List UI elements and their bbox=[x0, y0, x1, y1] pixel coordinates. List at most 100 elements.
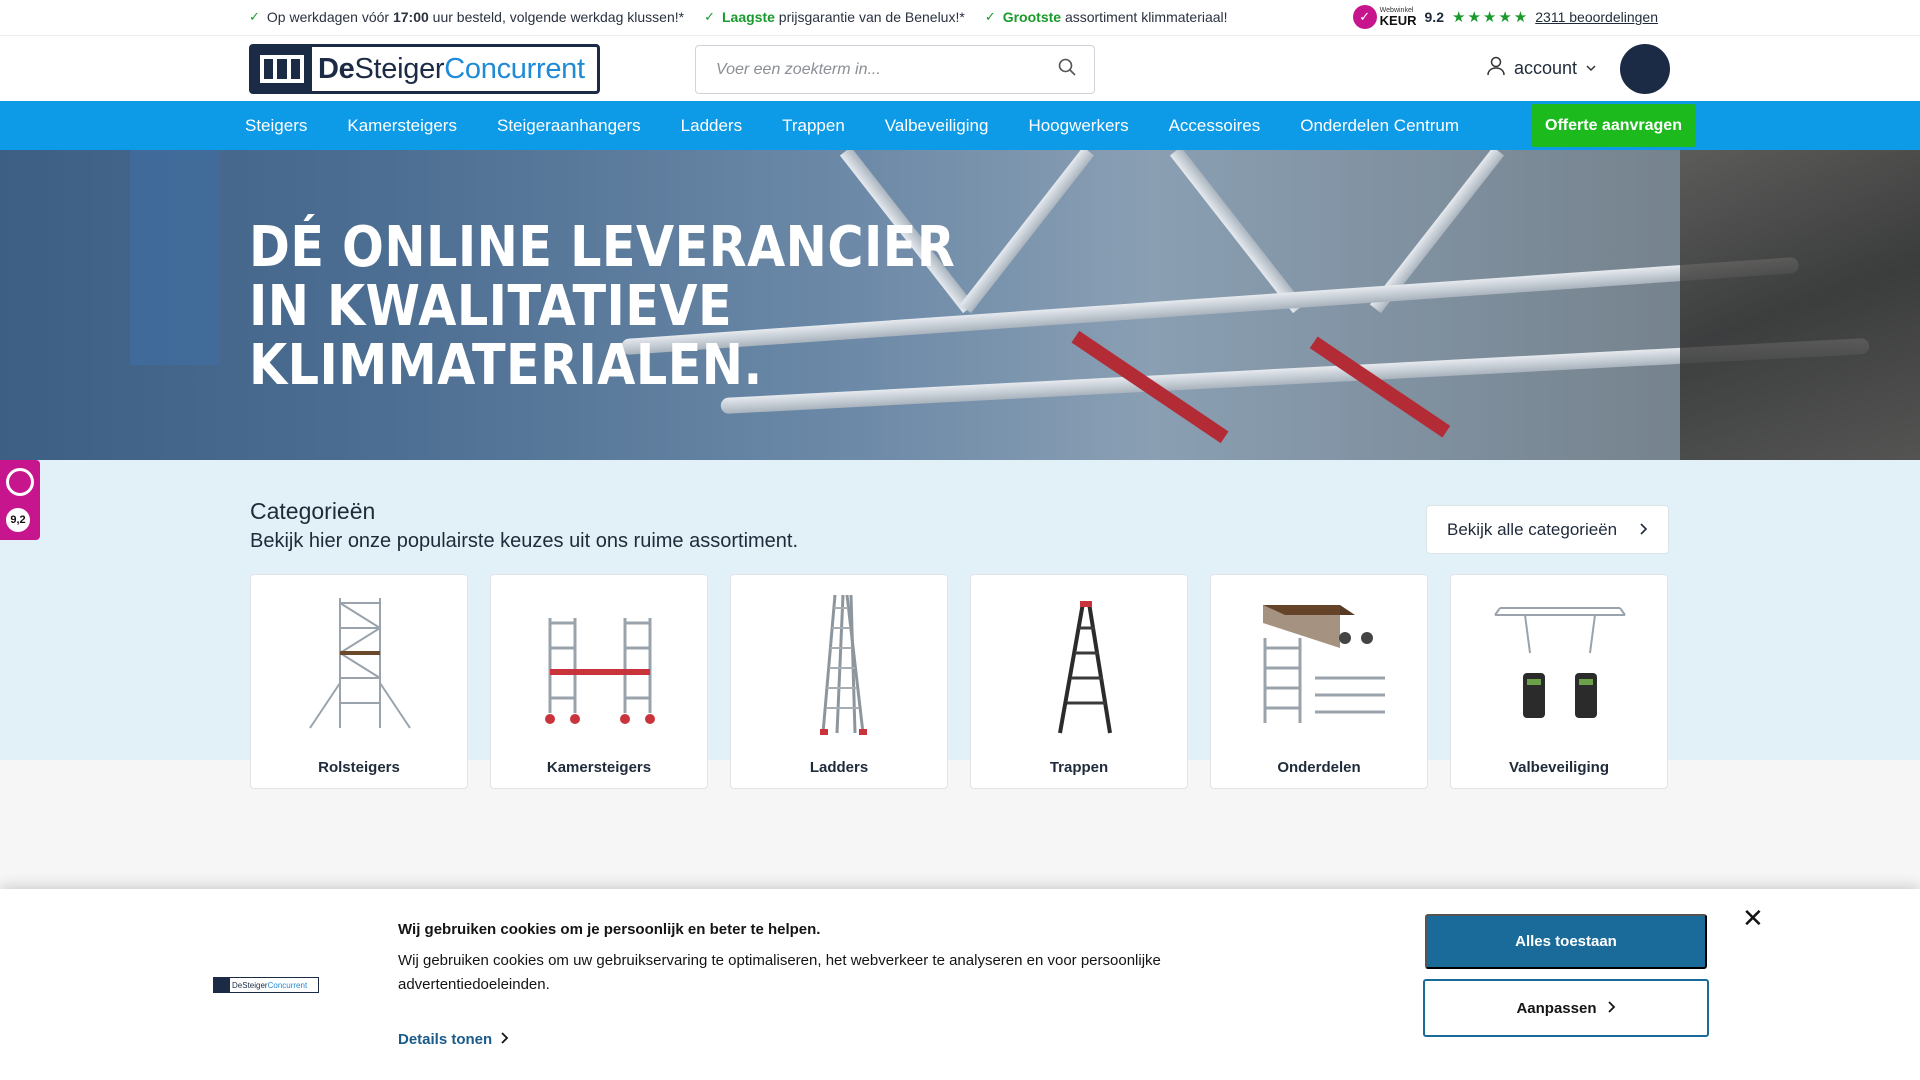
rolsteiger-image bbox=[309, 598, 411, 729]
star-icon: ★ bbox=[1451, 9, 1466, 26]
account-label: account bbox=[1514, 58, 1578, 78]
ladder-image bbox=[820, 594, 867, 735]
close-icon[interactable]: ✕ bbox=[1742, 905, 1764, 931]
search-icon[interactable] bbox=[1058, 58, 1076, 81]
categories-subtitle: Bekijk hier onze populairste keuzes uit … bbox=[250, 530, 799, 552]
usp-item: ✓ Op werkdagen vóór 17:00 uur besteld, v… bbox=[249, 9, 684, 25]
scaffold-diagonal bbox=[1169, 150, 1305, 314]
usp-highlight: 17:00 bbox=[392, 9, 429, 25]
usp-text: Grootste assortiment klimmateriaal! bbox=[1003, 9, 1228, 25]
usp-text-after: prijsgarantie van de Benelux!* bbox=[774, 9, 965, 25]
all-categories-button[interactable]: Bekijk alle categorieën bbox=[1426, 505, 1669, 554]
usp-item: ✓ Laagste prijsgarantie van de Benelux!* bbox=[704, 9, 965, 25]
details-toggle[interactable]: Details tonen bbox=[398, 1031, 509, 1048]
main-navigation: Steigers Kamersteigers Steigeraanhangers… bbox=[0, 101, 1920, 150]
usp-bar: ✓ Op werkdagen vóór 17:00 uur besteld, v… bbox=[0, 0, 1920, 36]
category-card-onderdelen[interactable]: Onderdelen bbox=[1210, 574, 1428, 789]
category-name: Trappen bbox=[1049, 759, 1109, 776]
categories-title: Categorieën bbox=[250, 498, 376, 524]
star-icon: ★ bbox=[1498, 9, 1512, 26]
hero-banner: DÉ ONLINE LEVERANCIER IN KWALITATIEVE KL… bbox=[0, 150, 1920, 460]
nav-item-kamersteigers[interactable]: Kamersteigers bbox=[347, 116, 457, 136]
logo-de: De bbox=[232, 980, 243, 990]
scaffold-logo-icon bbox=[252, 47, 312, 91]
hero-title: DÉ ONLINE LEVERANCIER IN KWALITATIEVE KL… bbox=[249, 215, 956, 398]
onderdelen-image bbox=[1263, 605, 1385, 723]
chevron-right-icon bbox=[1638, 520, 1648, 540]
category-card-valbeveiliging[interactable]: Valbeveiliging bbox=[1450, 574, 1668, 789]
user-icon bbox=[1486, 56, 1506, 81]
usp-highlight: Grootste bbox=[1002, 9, 1062, 25]
category-name: Valbeveiliging bbox=[1508, 759, 1610, 776]
kamersteiger-image bbox=[545, 618, 655, 724]
keur-big-label: KEUR bbox=[1379, 13, 1417, 28]
category-card-trappen[interactable]: Trappen bbox=[970, 574, 1188, 789]
star-rating: ★ ★ ★ ★ ★ bbox=[1452, 8, 1527, 26]
site-header: DeSteigerConcurrent account bbox=[0, 36, 1920, 101]
star-icon: ★ bbox=[1482, 9, 1497, 26]
check-icon: ✓ bbox=[249, 9, 260, 24]
cart-button[interactable] bbox=[1620, 44, 1670, 94]
chevron-right-icon bbox=[1607, 1000, 1616, 1017]
nav-item-valbeveiliging[interactable]: Valbeveiliging bbox=[885, 116, 989, 136]
chevron-right-icon bbox=[500, 1031, 509, 1048]
cookie-text: Wij gebruiken cookies om uw gebruikserva… bbox=[398, 952, 1161, 993]
customize-label: Aanpassen bbox=[1516, 999, 1597, 1017]
keur-icon: ✓ bbox=[1352, 5, 1377, 29]
category-name: Onderdelen bbox=[1277, 759, 1361, 776]
category-cards: Rolsteigers Kamersteigers Ladders Trappe… bbox=[250, 574, 1668, 789]
check-icon: ✓ bbox=[984, 9, 996, 24]
nav-item-steigeraanhangers[interactable]: Steigeraanhangers bbox=[497, 116, 641, 136]
allow-all-button[interactable]: Alles toestaan bbox=[1425, 914, 1707, 969]
logo-concurrent: Concurrent bbox=[444, 52, 585, 85]
cookie-logo-text: DeSteigerConcurrent bbox=[230, 981, 307, 990]
all-categories-label: Bekijk alle categorieën bbox=[1447, 519, 1618, 539]
customize-button[interactable]: Aanpassen bbox=[1423, 979, 1709, 1037]
nav-item-steigers[interactable]: Steigers bbox=[245, 116, 307, 136]
category-card-rolsteigers[interactable]: Rolsteigers bbox=[250, 574, 468, 789]
nav-item-hoogwerkers[interactable]: Hoogwerkers bbox=[1028, 116, 1128, 136]
category-card-ladders[interactable]: Ladders bbox=[730, 574, 948, 789]
star-icon: ★ bbox=[1513, 9, 1528, 26]
usp-item: ✓ Grootste assortiment klimmateriaal! bbox=[985, 9, 1228, 25]
usp-text-after: assortiment klimmateriaal! bbox=[1061, 9, 1228, 25]
rating-score: 9.2 bbox=[1424, 9, 1444, 25]
site-logo[interactable]: DeSteigerConcurrent bbox=[249, 44, 600, 94]
scaffold-red-brace bbox=[1309, 336, 1451, 438]
search-box bbox=[695, 45, 1095, 94]
nav-items: Steigers Kamersteigers Steigeraanhangers… bbox=[245, 101, 1459, 150]
usp-text-before: Op werkdagen vóór bbox=[266, 9, 393, 25]
nav-item-trappen[interactable]: Trappen bbox=[782, 116, 845, 136]
keur-text: Webwinkel KEUR bbox=[1380, 7, 1417, 27]
scaffold-diagonal bbox=[959, 150, 1095, 314]
logo-concurrent: Concurrent bbox=[267, 980, 308, 990]
cookie-title: Wij gebruiken cookies om je persoonlijk … bbox=[398, 921, 821, 938]
account-menu[interactable]: account bbox=[1486, 56, 1597, 81]
nav-item-accessoires[interactable]: Accessoires bbox=[1169, 116, 1261, 136]
valbeveiliging-image bbox=[1494, 607, 1626, 718]
chevron-down-icon bbox=[1585, 58, 1597, 79]
hero-background-wall bbox=[130, 150, 220, 365]
webwinkelkeur-logo[interactable]: ✓ Webwinkel KEUR bbox=[1352, 5, 1417, 29]
usp-text-after: uur besteld, volgende werkdag klussen!* bbox=[428, 9, 685, 25]
keur-icon bbox=[6, 468, 34, 496]
cookie-banner: DeSteigerConcurrent Wij gebruiken cookie… bbox=[0, 889, 1920, 1080]
category-name: Rolsteigers bbox=[318, 759, 400, 776]
logo-steiger: Steiger bbox=[242, 980, 268, 990]
nav-item-onderdelen-centrum[interactable]: Onderdelen Centrum bbox=[1300, 116, 1459, 136]
webwinkelkeur-rating: ✓ Webwinkel KEUR 9.2 ★ ★ ★ ★ ★ 2311 beoo… bbox=[1352, 5, 1658, 29]
star-icon: ★ bbox=[1467, 9, 1481, 26]
logo-de: De bbox=[318, 52, 355, 85]
webwinkelkeur-side-badge[interactable]: 9,2 bbox=[0, 460, 40, 540]
nav-item-ladders[interactable]: Ladders bbox=[681, 116, 742, 136]
category-name: Ladders bbox=[809, 759, 869, 776]
usp-list: ✓ Op werkdagen vóór 17:00 uur besteld, v… bbox=[249, 9, 1228, 25]
trap-image bbox=[1058, 601, 1112, 734]
category-card-kamersteigers[interactable]: Kamersteigers bbox=[490, 574, 708, 789]
category-name: Kamersteigers bbox=[546, 759, 652, 776]
reviews-link[interactable]: 2311 beoordelingen bbox=[1535, 9, 1658, 25]
search-input[interactable] bbox=[716, 60, 1058, 79]
side-badge-score: 9,2 bbox=[6, 508, 30, 532]
logo-wordmark: DeSteigerConcurrent bbox=[312, 53, 585, 86]
offerte-aanvragen-button[interactable]: Offerte aanvragen bbox=[1531, 104, 1696, 147]
